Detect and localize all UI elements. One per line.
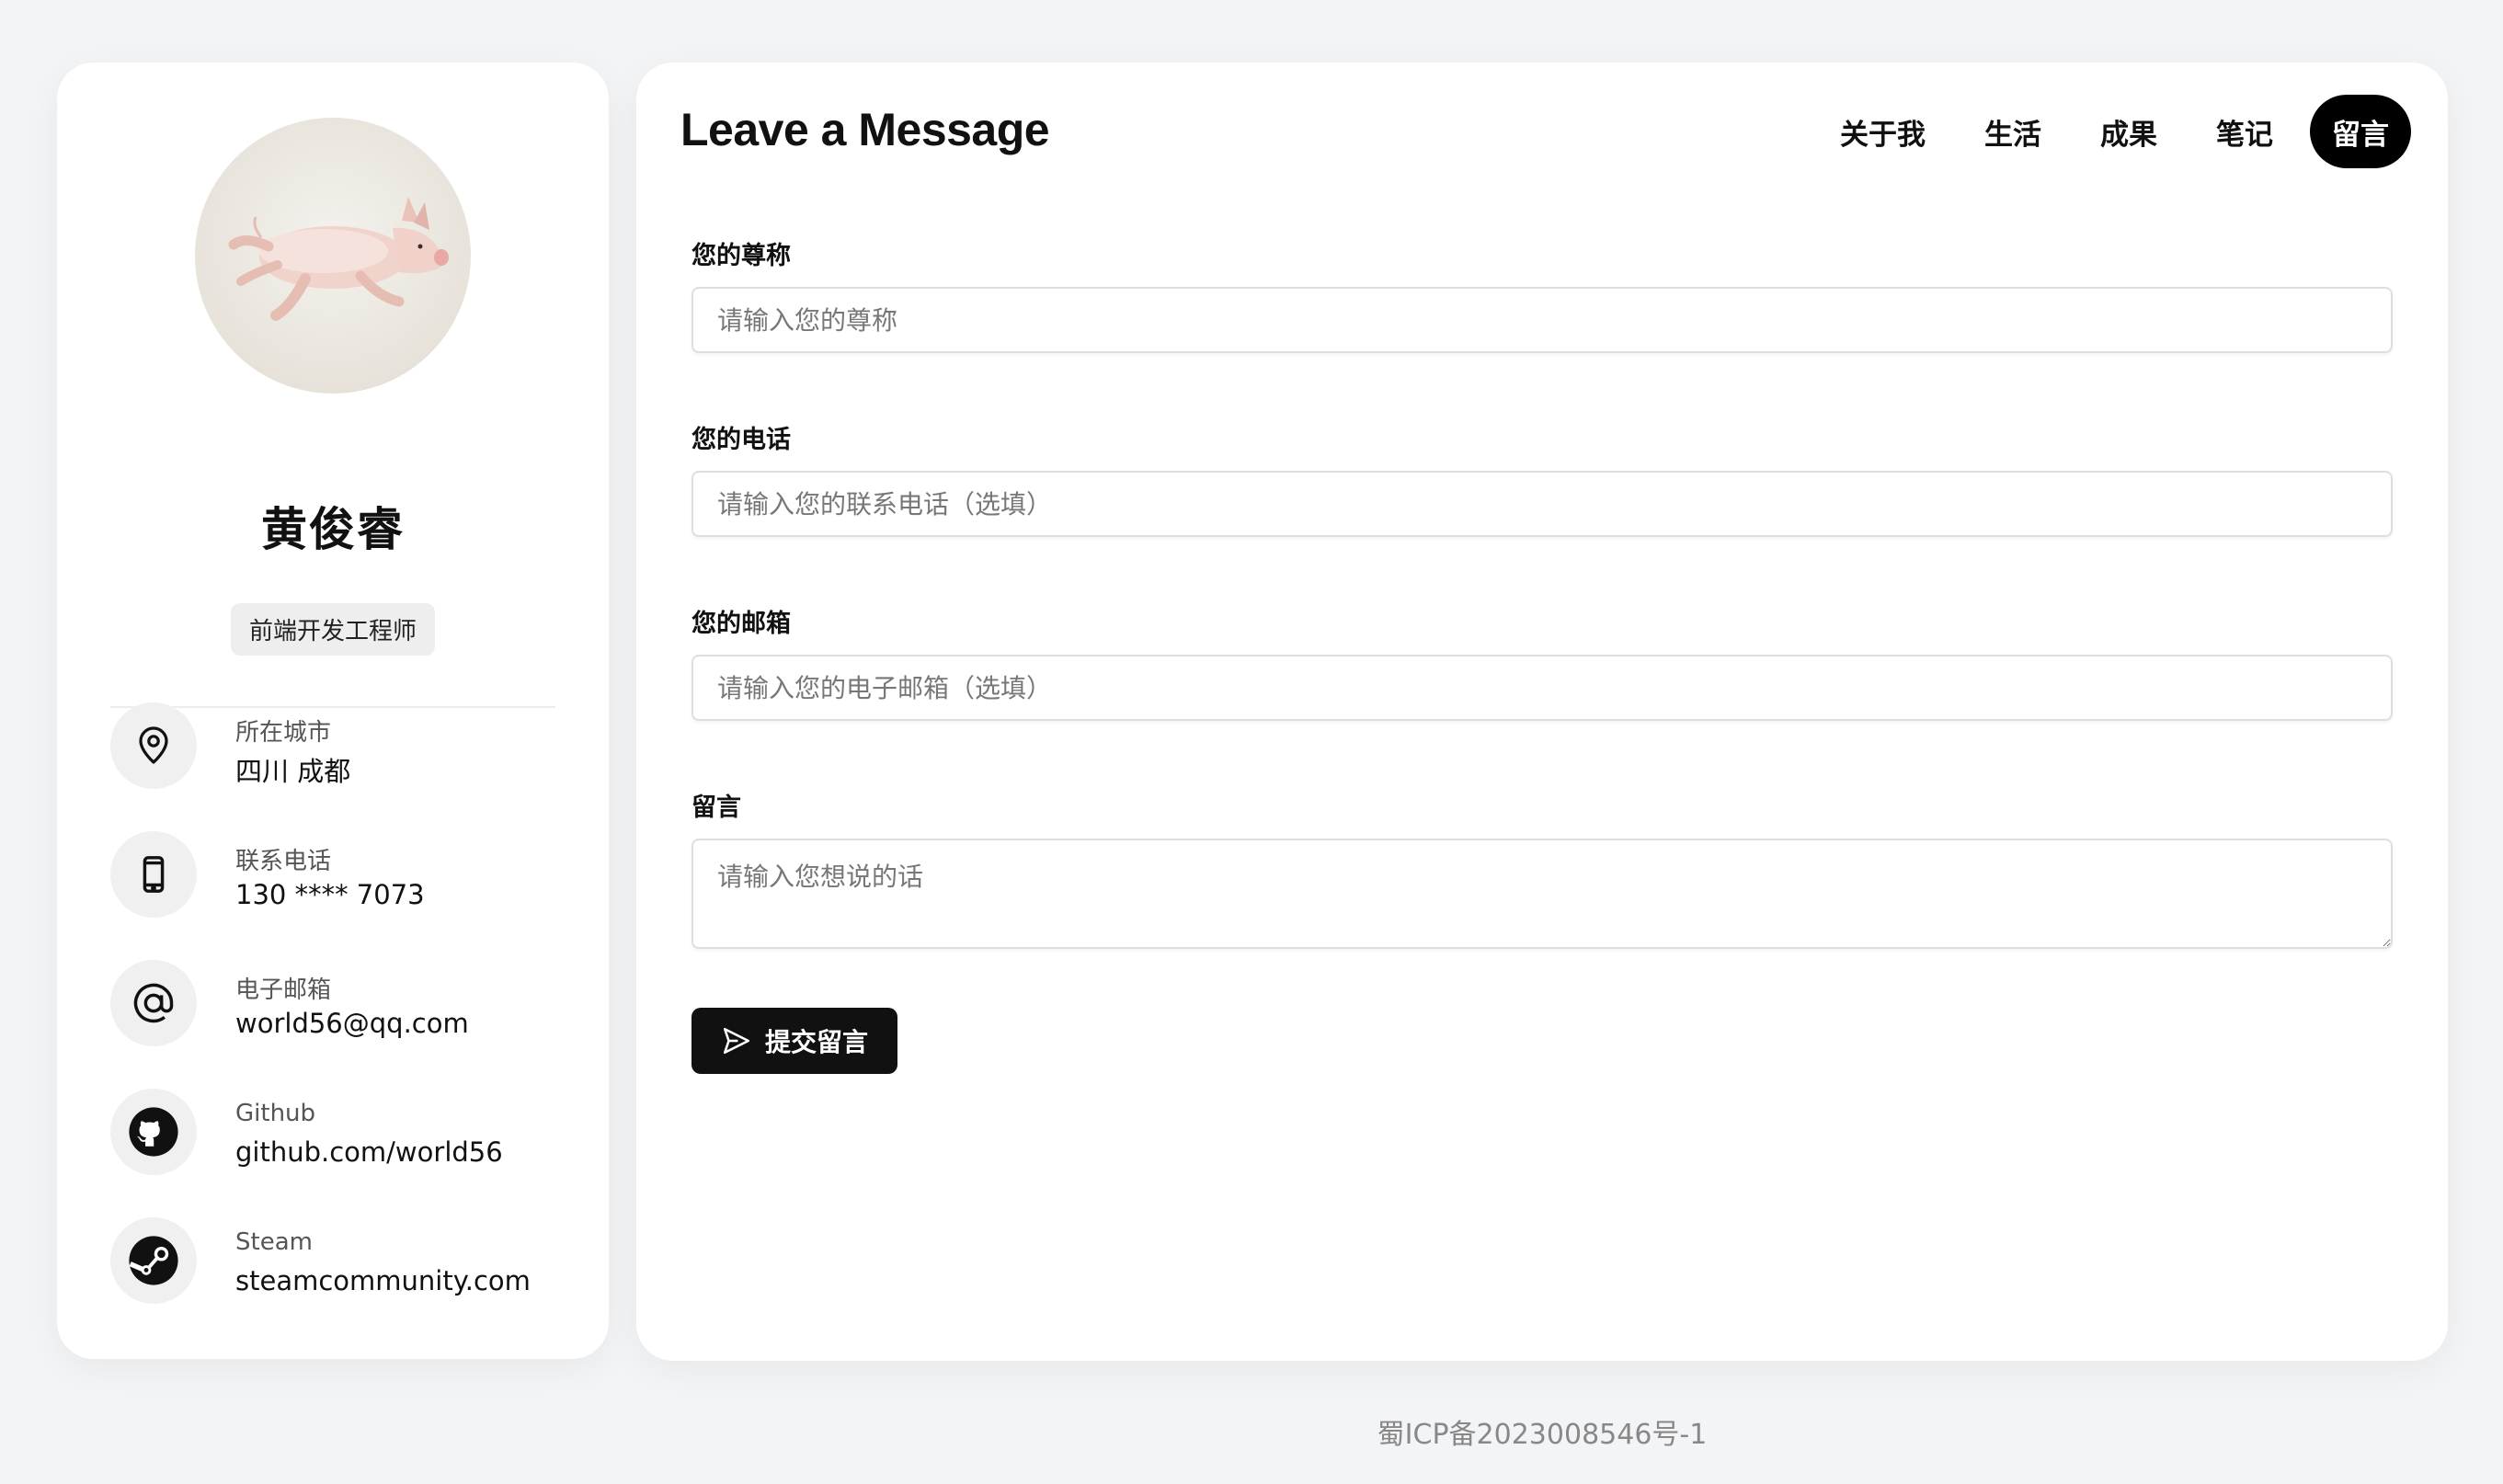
page-title: Leave a Message [680, 104, 1050, 155]
send-icon [723, 1027, 750, 1055]
contact-value: world56@qq.com [235, 1008, 469, 1039]
contact-label: 所在城市 [235, 719, 332, 747]
profile-name: 黄俊睿 [261, 503, 405, 556]
phone-input[interactable] [691, 471, 2393, 537]
contact-phone: 联系电话 130 **** 7073 [110, 831, 572, 918]
nav-notes[interactable]: 笔记 [2194, 95, 2295, 168]
location-pin-icon [110, 702, 197, 789]
contact-value: 四川 成都 [235, 756, 351, 787]
at-sign-icon [110, 960, 197, 1046]
phone-label: 您的电话 [691, 426, 791, 454]
contact-github: Github github.com/world56 [110, 1089, 572, 1175]
message-card: Leave a Message 关于我 生活 成果 笔记 留言 您的尊称 您的电… [636, 63, 2448, 1361]
steam-icon [110, 1217, 197, 1304]
icp-footer[interactable]: 蜀ICP备2023008546号-1 [636, 1411, 2448, 1452]
submit-button[interactable]: 提交留言 [691, 1008, 897, 1074]
github-icon [110, 1089, 197, 1175]
avatar [195, 118, 471, 394]
contact-email: 电子邮箱 world56@qq.com [110, 960, 572, 1046]
phone-icon [110, 831, 197, 918]
nav-about[interactable]: 关于我 [1818, 95, 1948, 168]
submit-label: 提交留言 [764, 1027, 868, 1057]
nav-achievements[interactable]: 成果 [2078, 95, 2179, 168]
contact-steam: Steam steamcommunity.com [110, 1217, 572, 1304]
contact-label: Github [235, 1100, 316, 1127]
contact-label: 联系电话 [235, 848, 332, 875]
contact-label: 电子邮箱 [235, 976, 332, 1004]
profile-card: 黄俊睿 前端开发工程师 所在城市 四川 成都 联系电话 130 **** 707… [57, 63, 609, 1359]
contact-city: 所在城市 四川 成都 [110, 702, 572, 789]
nav-message[interactable]: 留言 [2310, 95, 2411, 168]
top-nav: 关于我 生活 成果 笔记 留言 [1803, 95, 2411, 168]
pig-image [228, 197, 449, 321]
contact-value: 130 **** 7073 [235, 879, 425, 910]
name-label: 您的尊称 [691, 242, 791, 270]
message-textarea[interactable] [691, 839, 2393, 949]
name-input[interactable] [691, 287, 2393, 353]
contact-label: Steam [235, 1228, 313, 1256]
email-label: 您的邮箱 [691, 610, 791, 638]
contact-value: steamcommunity.com [235, 1265, 531, 1296]
nav-life[interactable]: 生活 [1962, 95, 2063, 168]
contact-value: github.com/world56 [235, 1136, 503, 1168]
job-title-badge: 前端开发工程师 [230, 603, 436, 656]
message-label: 留言 [691, 793, 741, 822]
email-input[interactable] [691, 655, 2393, 721]
